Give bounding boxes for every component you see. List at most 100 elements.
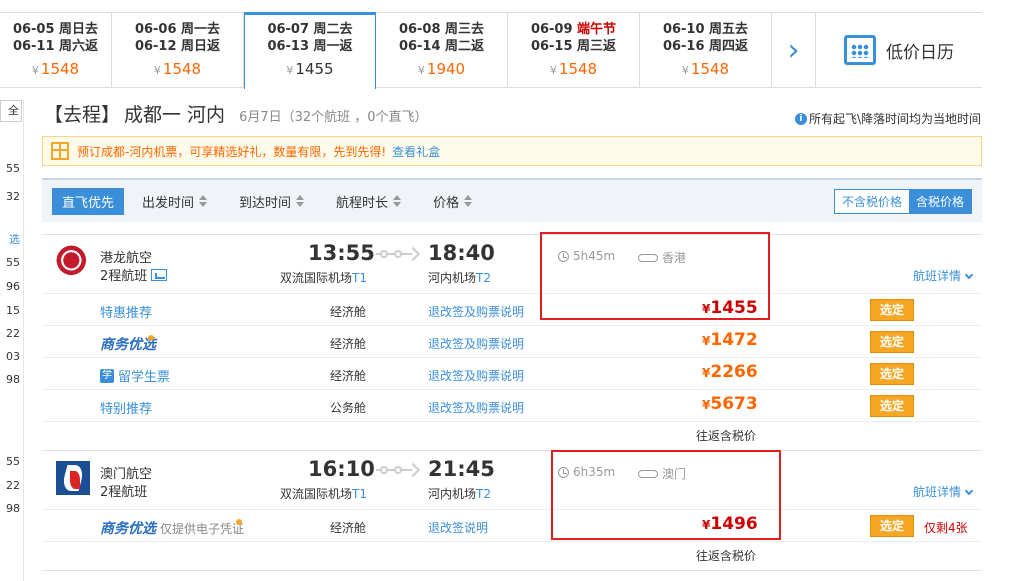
fare-row: 学留学生票 经济舱 退改签及购票说明 ¥2266 选定 bbox=[42, 357, 982, 389]
left-filter-panel: 全部 55 32 选 55 96 15 22 03 98 55 22 98 bbox=[0, 100, 24, 581]
filter-text: 03 bbox=[6, 350, 20, 363]
cabin-class: 经济舱 bbox=[330, 369, 367, 383]
departure-time: 16:10 bbox=[308, 457, 375, 481]
cabin-class: 公务舱 bbox=[330, 401, 367, 415]
flight-card: 港龙航空 2程航班 13:55 18:40 双流国际机场T1 河内机场T2 5h… bbox=[42, 234, 982, 445]
return-date: 06-11 周六返 bbox=[12, 39, 99, 54]
dragonair-logo-icon bbox=[56, 245, 90, 279]
departure-airport: 双流国际机场T1 bbox=[280, 487, 367, 501]
sort-duration[interactable]: 航程时长 bbox=[336, 192, 402, 211]
flight-card-partial bbox=[42, 570, 982, 581]
sort-arrive-time[interactable]: 到达时间 bbox=[239, 192, 305, 211]
refund-policy-link[interactable]: 退改签及购票说明 bbox=[428, 303, 524, 320]
return-date: 06-13 周一返 bbox=[267, 39, 353, 54]
fare-label-business-pick: 商务优选 bbox=[100, 334, 156, 354]
low-price-calendar-button[interactable]: 低价日历 bbox=[816, 13, 982, 87]
tax-price-toggle: 不含税价格 含税价格 bbox=[833, 189, 972, 214]
date-tab[interactable]: 06-06 周一去 06-12 周日返 ¥1548 bbox=[112, 13, 244, 87]
date-price: ¥1455 bbox=[286, 60, 334, 78]
price-note: 往返含税价 bbox=[42, 421, 982, 445]
return-date: 06-15 周三返 bbox=[530, 39, 617, 54]
low-price-calendar-label: 低价日历 bbox=[886, 42, 954, 63]
timezone-note-text: 所有起飞\降落时间均为当地时间 bbox=[808, 112, 981, 126]
route-title: 成都一 河内 bbox=[124, 104, 226, 126]
cabin-class: 经济舱 bbox=[330, 521, 367, 535]
filter-text: 15 bbox=[6, 304, 20, 317]
date-tab-selected[interactable]: 06-07 周二去 06-13 周一返 ¥1455 bbox=[244, 12, 376, 89]
date-tab[interactable]: 06-08 周三去 06-14 周二返 ¥1940 bbox=[376, 13, 508, 87]
refund-policy-link[interactable]: 退改签及购票说明 bbox=[428, 399, 524, 416]
sort-price[interactable]: 价格 bbox=[433, 192, 473, 211]
filter-text: 98 bbox=[6, 502, 20, 515]
clock-icon bbox=[558, 250, 569, 262]
filter-text: 32 bbox=[6, 190, 20, 203]
round-trip-tax-note: 往返含税价 bbox=[696, 429, 757, 443]
price-excl-tax-option[interactable]: 不含税价格 bbox=[834, 190, 909, 213]
airline-name: 澳门航空 bbox=[100, 467, 153, 482]
date-price: ¥1548 bbox=[681, 60, 730, 78]
fare-row: 特惠推荐 经济舱 退改签及购票说明 ¥1455 选定 bbox=[42, 293, 982, 325]
round-trip-tax-note: 往返含税价 bbox=[696, 549, 757, 563]
timezone-note: i 所有起飞\降落时间均为当地时间 bbox=[794, 110, 981, 127]
arrival-time: 21:45 bbox=[428, 457, 495, 481]
cabin-class: 经济舱 bbox=[330, 305, 367, 319]
flight-type: 2程航班 bbox=[100, 265, 168, 284]
calendar-icon bbox=[844, 35, 876, 65]
fare-price: ¥1455 bbox=[702, 298, 758, 318]
price-incl-tax-option[interactable]: 含税价格 bbox=[908, 190, 971, 213]
select-button[interactable]: 选定 bbox=[870, 515, 914, 537]
refund-policy-link[interactable]: 退改签及购票说明 bbox=[428, 367, 524, 384]
sort-icon bbox=[464, 195, 473, 207]
filter-text[interactable]: 选 bbox=[9, 231, 20, 247]
date-price: ¥1548 bbox=[153, 60, 202, 78]
price-note: 往返含税价 bbox=[42, 541, 982, 565]
fare-price: ¥2266 bbox=[702, 362, 758, 382]
select-button[interactable]: 选定 bbox=[870, 299, 914, 321]
date-tab[interactable]: 06-05 周日去 06-11 周六返 ¥1548 bbox=[0, 13, 112, 87]
flight-card: 澳门航空 2程航班 16:10 21:45 双流国际机场T1 河内机场T2 6h… bbox=[42, 450, 982, 565]
depart-date: 06-06 周一去 bbox=[134, 22, 221, 37]
depart-date: 06-10 周五去 bbox=[662, 22, 749, 37]
flight-details-link[interactable]: 航班详情 bbox=[913, 483, 974, 500]
filter-text: 98 bbox=[6, 373, 20, 386]
sort-depart-time[interactable]: 出发时间 bbox=[142, 192, 208, 211]
stopover: 澳门 bbox=[634, 465, 686, 482]
departure-airport: 双流国际机场T1 bbox=[280, 271, 367, 285]
seats-remaining: 仅剩4张 bbox=[924, 521, 968, 535]
refund-policy-link[interactable]: 退改签及购票说明 bbox=[428, 335, 524, 352]
select-button[interactable]: 选定 bbox=[870, 331, 914, 353]
entertainment-icon bbox=[151, 268, 168, 281]
info-icon: i bbox=[794, 112, 807, 125]
fare-label: 学留学生票 bbox=[100, 368, 171, 385]
trip-direction: 【去程】 bbox=[44, 104, 121, 126]
date-price: ¥1548 bbox=[31, 60, 80, 78]
date-strip: 06-05 周日去 06-11 周六返 ¥1548 06-06 周一去 06-1… bbox=[0, 12, 982, 89]
sort-direct-first[interactable]: 直飞优先 bbox=[52, 187, 125, 215]
view-gift-link[interactable]: 查看礼盒 bbox=[392, 143, 440, 160]
airline-name: 港龙航空 bbox=[100, 251, 153, 266]
date-price: ¥1940 bbox=[417, 60, 466, 78]
route-arrow-icon bbox=[376, 465, 420, 475]
fare-row: 商务优选 经济舱 退改签及购票说明 ¥1472 选定 bbox=[42, 325, 982, 357]
flight-details-link[interactable]: 航班详情 bbox=[913, 267, 974, 284]
sort-icon bbox=[296, 195, 305, 207]
date-tab[interactable]: 06-09 端午节 06-15 周三返 ¥1548 bbox=[508, 13, 640, 87]
fare-price: ¥5673 bbox=[702, 394, 758, 414]
return-date: 06-16 周四返 bbox=[662, 39, 749, 54]
sort-icon bbox=[199, 195, 208, 207]
date-tab[interactable]: 06-10 周五去 06-16 周四返 ¥1548 bbox=[640, 13, 772, 87]
select-button[interactable]: 选定 bbox=[870, 395, 914, 417]
filter-text: 22 bbox=[6, 479, 20, 492]
filter-all-button[interactable]: 全部 bbox=[0, 100, 22, 122]
stopover: 香港 bbox=[634, 249, 686, 266]
flight-count: 6月7日（32个航班 ，0个直飞） bbox=[239, 110, 428, 125]
holiday-label: 端午节 bbox=[577, 22, 617, 37]
refund-policy-link[interactable]: 退改签说明 bbox=[428, 519, 488, 536]
filter-text: 55 bbox=[6, 256, 20, 269]
flight-summary: 澳门航空 2程航班 16:10 21:45 双流国际机场T1 河内机场T2 6h… bbox=[42, 451, 982, 509]
select-button[interactable]: 选定 bbox=[870, 363, 914, 385]
stopover-icon bbox=[634, 253, 660, 262]
promo-banner: 预订成都-河内机票，可享精选好礼，数量有限，先到先得! 查看礼盒 bbox=[42, 136, 982, 166]
flight-duration: 6h35m bbox=[558, 465, 615, 479]
next-dates-chevron-right-icon[interactable]: › bbox=[772, 13, 816, 87]
